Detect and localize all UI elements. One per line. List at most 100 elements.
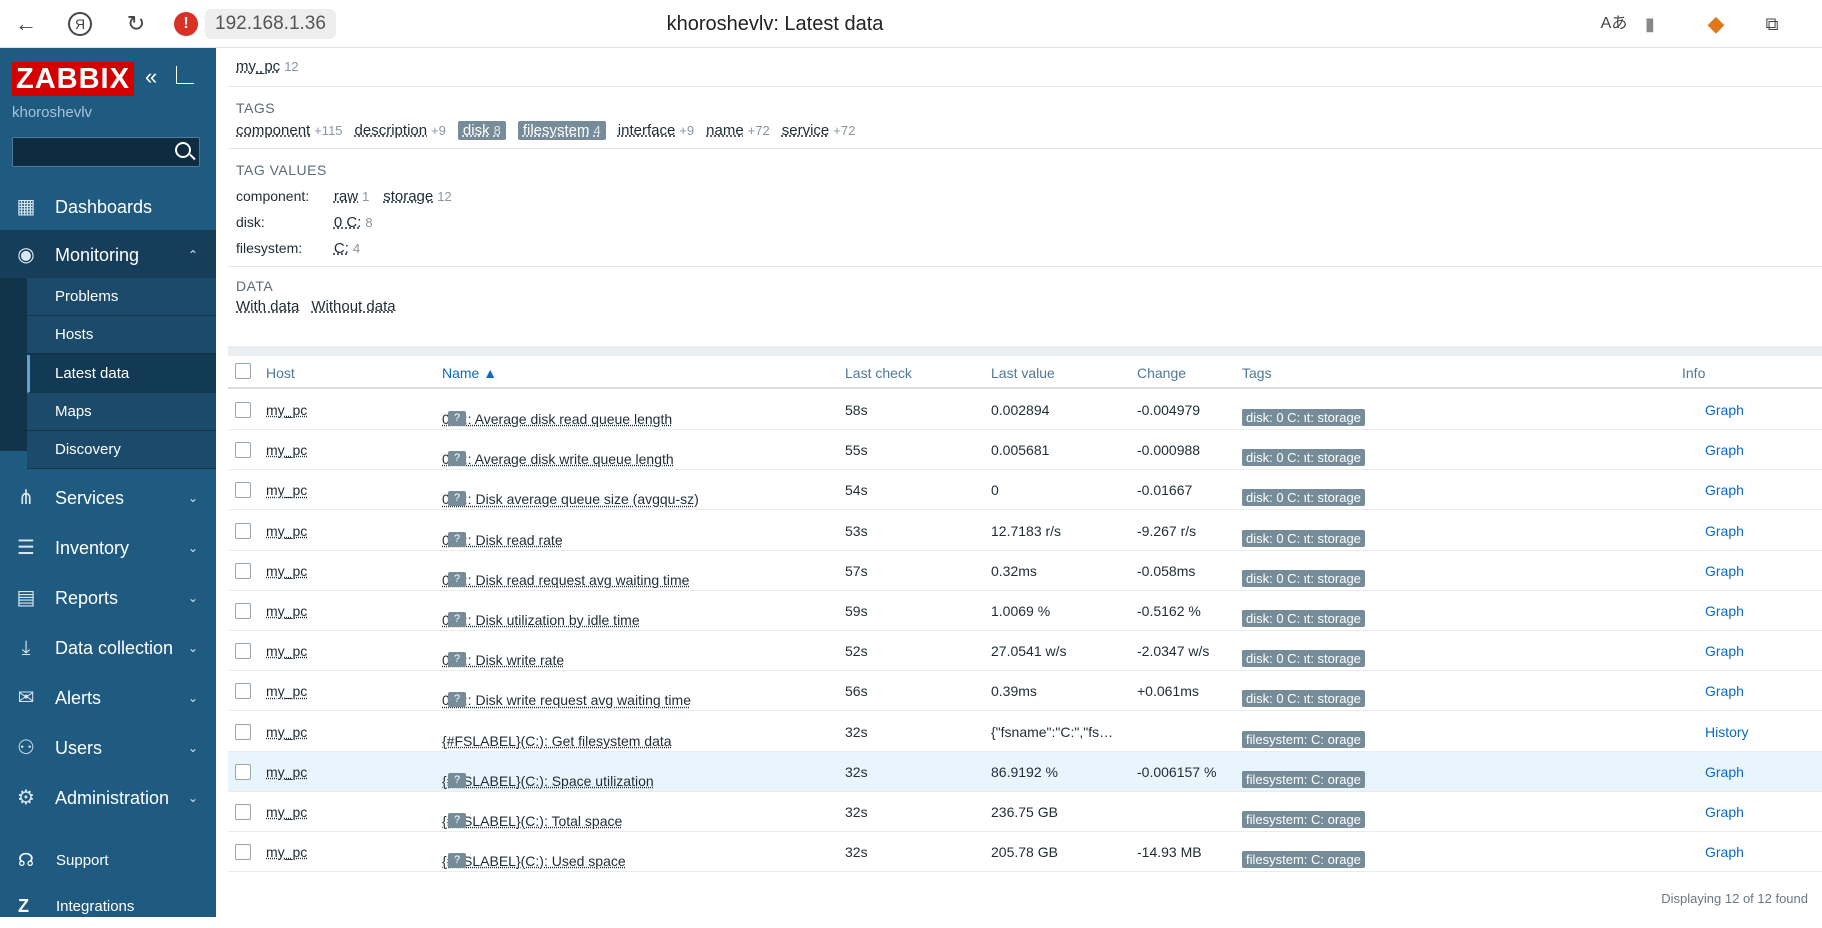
graph-link[interactable]: Graph	[1705, 402, 1744, 418]
row-checkbox[interactable]	[235, 402, 251, 418]
nav-users[interactable]: ⚇ Users ⌄	[0, 723, 216, 773]
column-host[interactable]: Host	[266, 365, 295, 381]
extensions-icon[interactable]: ⧉	[1758, 10, 1786, 38]
nav-integrations[interactable]: Z Integrations	[0, 888, 216, 928]
graph-link[interactable]: Graph	[1705, 523, 1744, 539]
item-name-link[interactable]: 0 C:: Average disk read queue length	[442, 411, 672, 427]
graph-link[interactable]: Graph	[1705, 764, 1744, 780]
host-link[interactable]: my_pc	[266, 724, 307, 740]
submenu-maps[interactable]: Maps	[27, 393, 216, 431]
graph-link[interactable]: History	[1705, 724, 1749, 740]
description-icon[interactable]: ?	[448, 772, 466, 788]
row-checkbox[interactable]	[235, 562, 251, 579]
host-link[interactable]: my_pc	[266, 683, 307, 699]
tag-badge[interactable]: disk: 0 C:	[1242, 529, 1305, 547]
graph-link[interactable]: Graph	[1705, 442, 1744, 458]
tag-badge[interactable]: filesystem: C:	[1242, 811, 1329, 828]
graph-link[interactable]: Graph	[1705, 643, 1744, 659]
submenu-problems[interactable]: Problems	[27, 278, 216, 316]
graph-link[interactable]: Graph	[1705, 804, 1744, 820]
item-name-link[interactable]: 0 C:: Disk average queue size (avgqu-sz)	[442, 491, 699, 507]
host-link[interactable]: my_pc	[266, 643, 307, 659]
nav-administration[interactable]: ⚙ Administration ⌄	[0, 773, 216, 823]
host-link[interactable]: my_pc	[266, 603, 307, 619]
tag-filter-interface[interactable]: interface +9	[618, 122, 694, 140]
item-name-link[interactable]: {#FSLABEL}(C:): Get filesystem data	[442, 733, 672, 749]
nav-monitoring[interactable]: ◉ Monitoring ⌃	[0, 230, 216, 280]
description-icon[interactable]: ?	[448, 692, 466, 708]
row-checkbox[interactable]	[235, 522, 251, 539]
submenu-discovery[interactable]: Discovery	[27, 431, 216, 469]
tag-filter-component[interactable]: component +115	[236, 122, 343, 140]
nav-dashboards[interactable]: ▦ Dashboards	[0, 182, 216, 232]
host-link[interactable]: my_pc	[266, 804, 307, 820]
description-icon[interactable]: ?	[448, 531, 466, 547]
column-last-value[interactable]: Last value	[991, 365, 1055, 381]
row-checkbox[interactable]	[235, 763, 251, 780]
tag-badge[interactable]: disk: 0 C:	[1242, 449, 1305, 467]
tag-filter-filesystem[interactable]: filesystem 4	[517, 121, 606, 140]
graph-link[interactable]: Graph	[1705, 563, 1744, 579]
column-last-check[interactable]: Last check	[845, 365, 912, 381]
item-name-link[interactable]: 0 C:: Disk utilization by idle time	[442, 612, 640, 628]
collapse-sidebar-icon[interactable]: «	[145, 64, 157, 90]
column-name[interactable]: Name ▲	[442, 365, 497, 381]
without-data-filter[interactable]: Without data	[311, 298, 395, 315]
host-link[interactable]: my_pc	[266, 523, 307, 539]
description-icon[interactable]: ?	[448, 853, 466, 869]
metamask-fox-icon[interactable]: ◆	[1702, 10, 1730, 38]
translate-icon[interactable]: Aあ	[1600, 10, 1628, 38]
bookmark-icon[interactable]: ▮	[1636, 10, 1664, 38]
row-checkbox[interactable]	[235, 683, 251, 700]
tag-badge[interactable]: disk: 0 C:	[1242, 409, 1305, 426]
description-icon[interactable]: ?	[448, 813, 466, 828]
with-data-filter[interactable]: With data	[236, 298, 299, 315]
tag-badge[interactable]: filesystem: C:	[1242, 770, 1329, 788]
nav-support[interactable]: ☊ Support	[0, 842, 216, 882]
host-link[interactable]: my_pc	[266, 764, 307, 780]
tag-badge[interactable]: disk: 0 C:	[1242, 569, 1305, 587]
tag-badge[interactable]: disk: 0 C:	[1242, 489, 1305, 507]
row-checkbox[interactable]	[235, 643, 251, 660]
kiosk-mode-icon[interactable]	[176, 66, 194, 84]
nav-reports[interactable]: ▤ Reports ⌄	[0, 573, 216, 623]
tag-badge[interactable]: disk: 0 C:	[1242, 650, 1305, 668]
host-link[interactable]: my_pc	[266, 442, 307, 458]
graph-link[interactable]: Graph	[1705, 603, 1744, 619]
submenu-latest-data[interactable]: Latest data	[27, 355, 216, 393]
description-icon[interactable]: ?	[448, 652, 466, 668]
select-all-checkbox[interactable]	[235, 363, 251, 379]
host-link[interactable]: my_pc	[266, 844, 307, 860]
tag-badge[interactable]: disk: 0 C:	[1242, 610, 1305, 627]
nav-services[interactable]: ⋔ Services ⌄	[0, 473, 216, 523]
host-filter-value[interactable]: my_pc	[236, 58, 280, 75]
tag-badge[interactable]: disk: 0 C:	[1242, 690, 1305, 708]
description-icon[interactable]: ?	[448, 612, 466, 627]
host-link[interactable]: my_pc	[266, 563, 307, 579]
description-icon[interactable]: ?	[448, 491, 466, 507]
tag-badge[interactable]: filesystem: C:	[1242, 851, 1329, 869]
search-input[interactable]	[12, 137, 200, 167]
row-checkbox[interactable]	[235, 442, 251, 459]
row-checkbox[interactable]	[235, 804, 251, 820]
search-icon[interactable]	[175, 142, 191, 158]
description-icon[interactable]: ?	[448, 451, 466, 467]
row-checkbox[interactable]	[235, 723, 251, 740]
row-checkbox[interactable]	[235, 603, 251, 619]
tag-filter-service[interactable]: service +72	[782, 122, 856, 140]
tag-filter-name[interactable]: name +72	[706, 122, 770, 140]
host-link[interactable]: my_pc	[266, 482, 307, 498]
graph-link[interactable]: Graph	[1705, 683, 1744, 699]
item-name-link[interactable]: {#FSLABEL}(C:): Total space	[442, 813, 622, 829]
item-name-link[interactable]: {#FSLABEL}(C:): Space utilization	[442, 773, 654, 789]
item-name-link[interactable]: 0 C:: Disk write request avg waiting tim…	[442, 692, 691, 708]
item-name-link[interactable]: 0 C:: Disk read request avg waiting time	[442, 572, 689, 588]
row-checkbox[interactable]	[235, 482, 251, 499]
submenu-hosts[interactable]: Hosts	[27, 316, 216, 354]
tag-filter-disk[interactable]: disk 8	[457, 121, 506, 140]
host-link[interactable]: my_pc	[266, 402, 307, 418]
tag-filter-description[interactable]: description +9	[355, 122, 446, 140]
item-name-link[interactable]: {#FSLABEL}(C:): Used space	[442, 853, 626, 869]
nav-data-collection[interactable]: ⤓ Data collection ⌄	[0, 623, 216, 673]
zabbix-logo[interactable]: ZABBIX	[12, 62, 134, 96]
